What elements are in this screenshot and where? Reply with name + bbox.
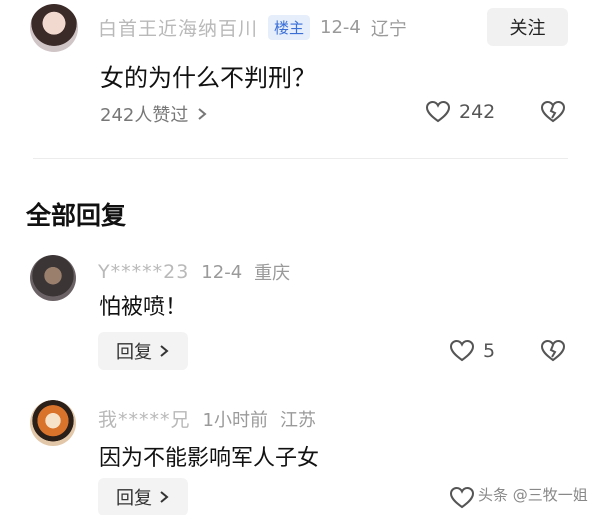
comment-time: 1小时前 (202, 409, 268, 431)
post-date: 12-4 (320, 17, 361, 38)
follow-button[interactable]: 关注 (487, 8, 568, 46)
heart-icon (425, 100, 451, 123)
author-name[interactable]: 白首王近海纳百川 (98, 14, 258, 41)
comment-text: 因为不能影响军人子女 (99, 446, 320, 471)
broken-heart-icon (540, 100, 566, 123)
heart-icon (449, 486, 475, 509)
watermark: 头条 @三牧一姐 (478, 486, 588, 504)
post-like-count: 242 (459, 101, 496, 123)
commenter-name[interactable]: Y*****23 (98, 261, 189, 283)
author-avatar[interactable] (30, 4, 78, 52)
comment-meta-row: 我*****兄 1小时前 江苏 (98, 405, 316, 432)
comment-date: 12-4 (201, 261, 243, 283)
chevron-right-icon (160, 345, 169, 357)
section-title: 全部回复 (26, 201, 127, 230)
post-text: 女的为什么不判刑？ (100, 64, 316, 92)
chevron-right-icon (160, 491, 169, 503)
reply-button[interactable]: 回复 (98, 332, 188, 370)
comment-dislike-button[interactable] (540, 339, 566, 367)
op-badge: 楼主 (268, 15, 311, 40)
reply-label: 回复 (116, 342, 152, 363)
comment-text: 怕被喷！ (99, 295, 188, 320)
reply-label: 回复 (116, 488, 152, 509)
commenter-avatar[interactable] (30, 255, 76, 301)
commenter-name[interactable]: 我*****兄 (98, 405, 191, 432)
heart-icon (449, 339, 475, 362)
comment-like-count: 5 (483, 340, 496, 362)
post-like-button[interactable]: 242 (425, 100, 495, 124)
comment-location: 重庆 (254, 263, 291, 284)
divider (33, 158, 568, 159)
likes-summary-text: 242人赞过 (100, 105, 189, 126)
comment-like-button[interactable] (449, 486, 475, 514)
comment-meta-row: Y*****23 12-4 重庆 (98, 259, 290, 285)
post-location: 辽宁 (370, 18, 407, 40)
broken-heart-icon (540, 339, 566, 362)
comment-location: 江苏 (279, 409, 316, 431)
post-author-row: 白首王近海纳百川 楼主 12-4 辽宁 (98, 14, 407, 41)
comment-like-button[interactable]: 5 (449, 339, 495, 363)
commenter-avatar[interactable] (30, 400, 76, 446)
reply-button[interactable]: 回复 (98, 478, 188, 515)
chevron-right-icon (198, 108, 207, 120)
post-dislike-button[interactable] (540, 100, 566, 128)
likes-summary[interactable]: 242人赞过 (100, 101, 208, 127)
